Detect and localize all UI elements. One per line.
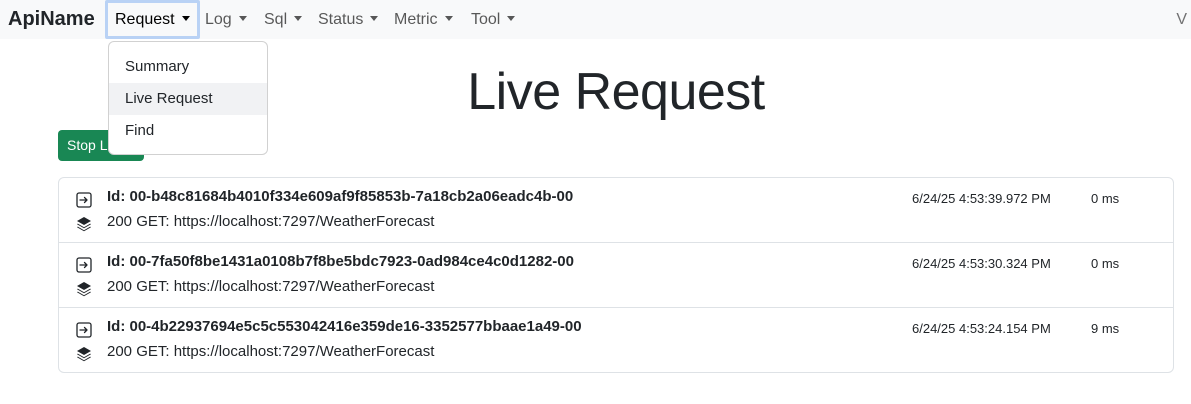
request-duration: 9 ms (1091, 321, 1120, 336)
nav-sql-dropdown[interactable]: Sql (264, 0, 303, 39)
request-id: Id: 00-7fa50f8be1431a0108b7f8be5bdc7923-… (107, 253, 574, 270)
caret-down-icon (181, 16, 190, 21)
nav-sql-label: Sql (264, 11, 288, 28)
request-description: 200 GET: https://localhost:7297/WeatherF… (107, 213, 435, 230)
top-navbar: ApiName Request Log Sql Status Metric To… (0, 0, 1191, 39)
request-row[interactable]: Id: 00-b48c81684b4010f334e609af9f85853b-… (59, 178, 1173, 243)
brand-name[interactable]: ApiName (8, 6, 95, 32)
nav-tool-label: Tool (471, 11, 501, 28)
caret-down-icon (294, 16, 303, 21)
dropdown-item-find[interactable]: Find (109, 115, 267, 147)
request-timestamp: 6/24/25 4:53:24.154 PM (912, 321, 1051, 336)
request-duration: 0 ms (1091, 191, 1120, 206)
caret-down-icon (507, 16, 516, 21)
nav-status-label: Status (318, 11, 364, 28)
request-description: 200 GET: https://localhost:7297/WeatherF… (107, 278, 435, 295)
caret-down-icon (238, 16, 247, 21)
request-duration: 0 ms (1091, 256, 1120, 271)
request-timestamp: 6/24/25 4:53:30.324 PM (912, 256, 1051, 271)
request-id: Id: 00-4b22937694e5c5c553042416e359de16-… (107, 318, 582, 335)
layers-stack-icon (77, 217, 91, 232)
request-row[interactable]: Id: 00-4b22937694e5c5c553042416e359de16-… (59, 308, 1173, 373)
request-description: 200 GET: https://localhost:7297/WeatherF… (107, 343, 435, 360)
nav-request-dropdown[interactable]: Request (105, 0, 200, 39)
request-list: Id: 00-b48c81684b4010f334e609af9f85853b-… (58, 177, 1174, 373)
nav-request-label: Request (115, 11, 175, 28)
nav-right-item[interactable]: V (1176, 0, 1187, 39)
enter-box-icon (76, 257, 92, 273)
request-row[interactable]: Id: 00-7fa50f8be1431a0108b7f8be5bdc7923-… (59, 243, 1173, 308)
nav-log-label: Log (205, 11, 232, 28)
nav-metric-label: Metric (394, 11, 438, 28)
layers-stack-icon (77, 347, 91, 362)
enter-box-icon (76, 192, 92, 208)
nav-metric-dropdown[interactable]: Metric (394, 0, 453, 39)
dropdown-item-live-request[interactable]: Live Request (109, 83, 267, 115)
nav-status-dropdown[interactable]: Status (318, 0, 379, 39)
request-dropdown-menu: Summary Live Request Find (108, 41, 268, 155)
layers-stack-icon (77, 282, 91, 297)
caret-down-icon (444, 16, 453, 21)
request-id: Id: 00-b48c81684b4010f334e609af9f85853b-… (107, 188, 574, 205)
nav-log-dropdown[interactable]: Log (205, 0, 247, 39)
dropdown-item-summary[interactable]: Summary (109, 51, 267, 83)
caret-down-icon (370, 16, 379, 21)
request-timestamp: 6/24/25 4:53:39.972 PM (912, 191, 1051, 206)
enter-box-icon (76, 322, 92, 338)
nav-tool-dropdown[interactable]: Tool (471, 0, 516, 39)
